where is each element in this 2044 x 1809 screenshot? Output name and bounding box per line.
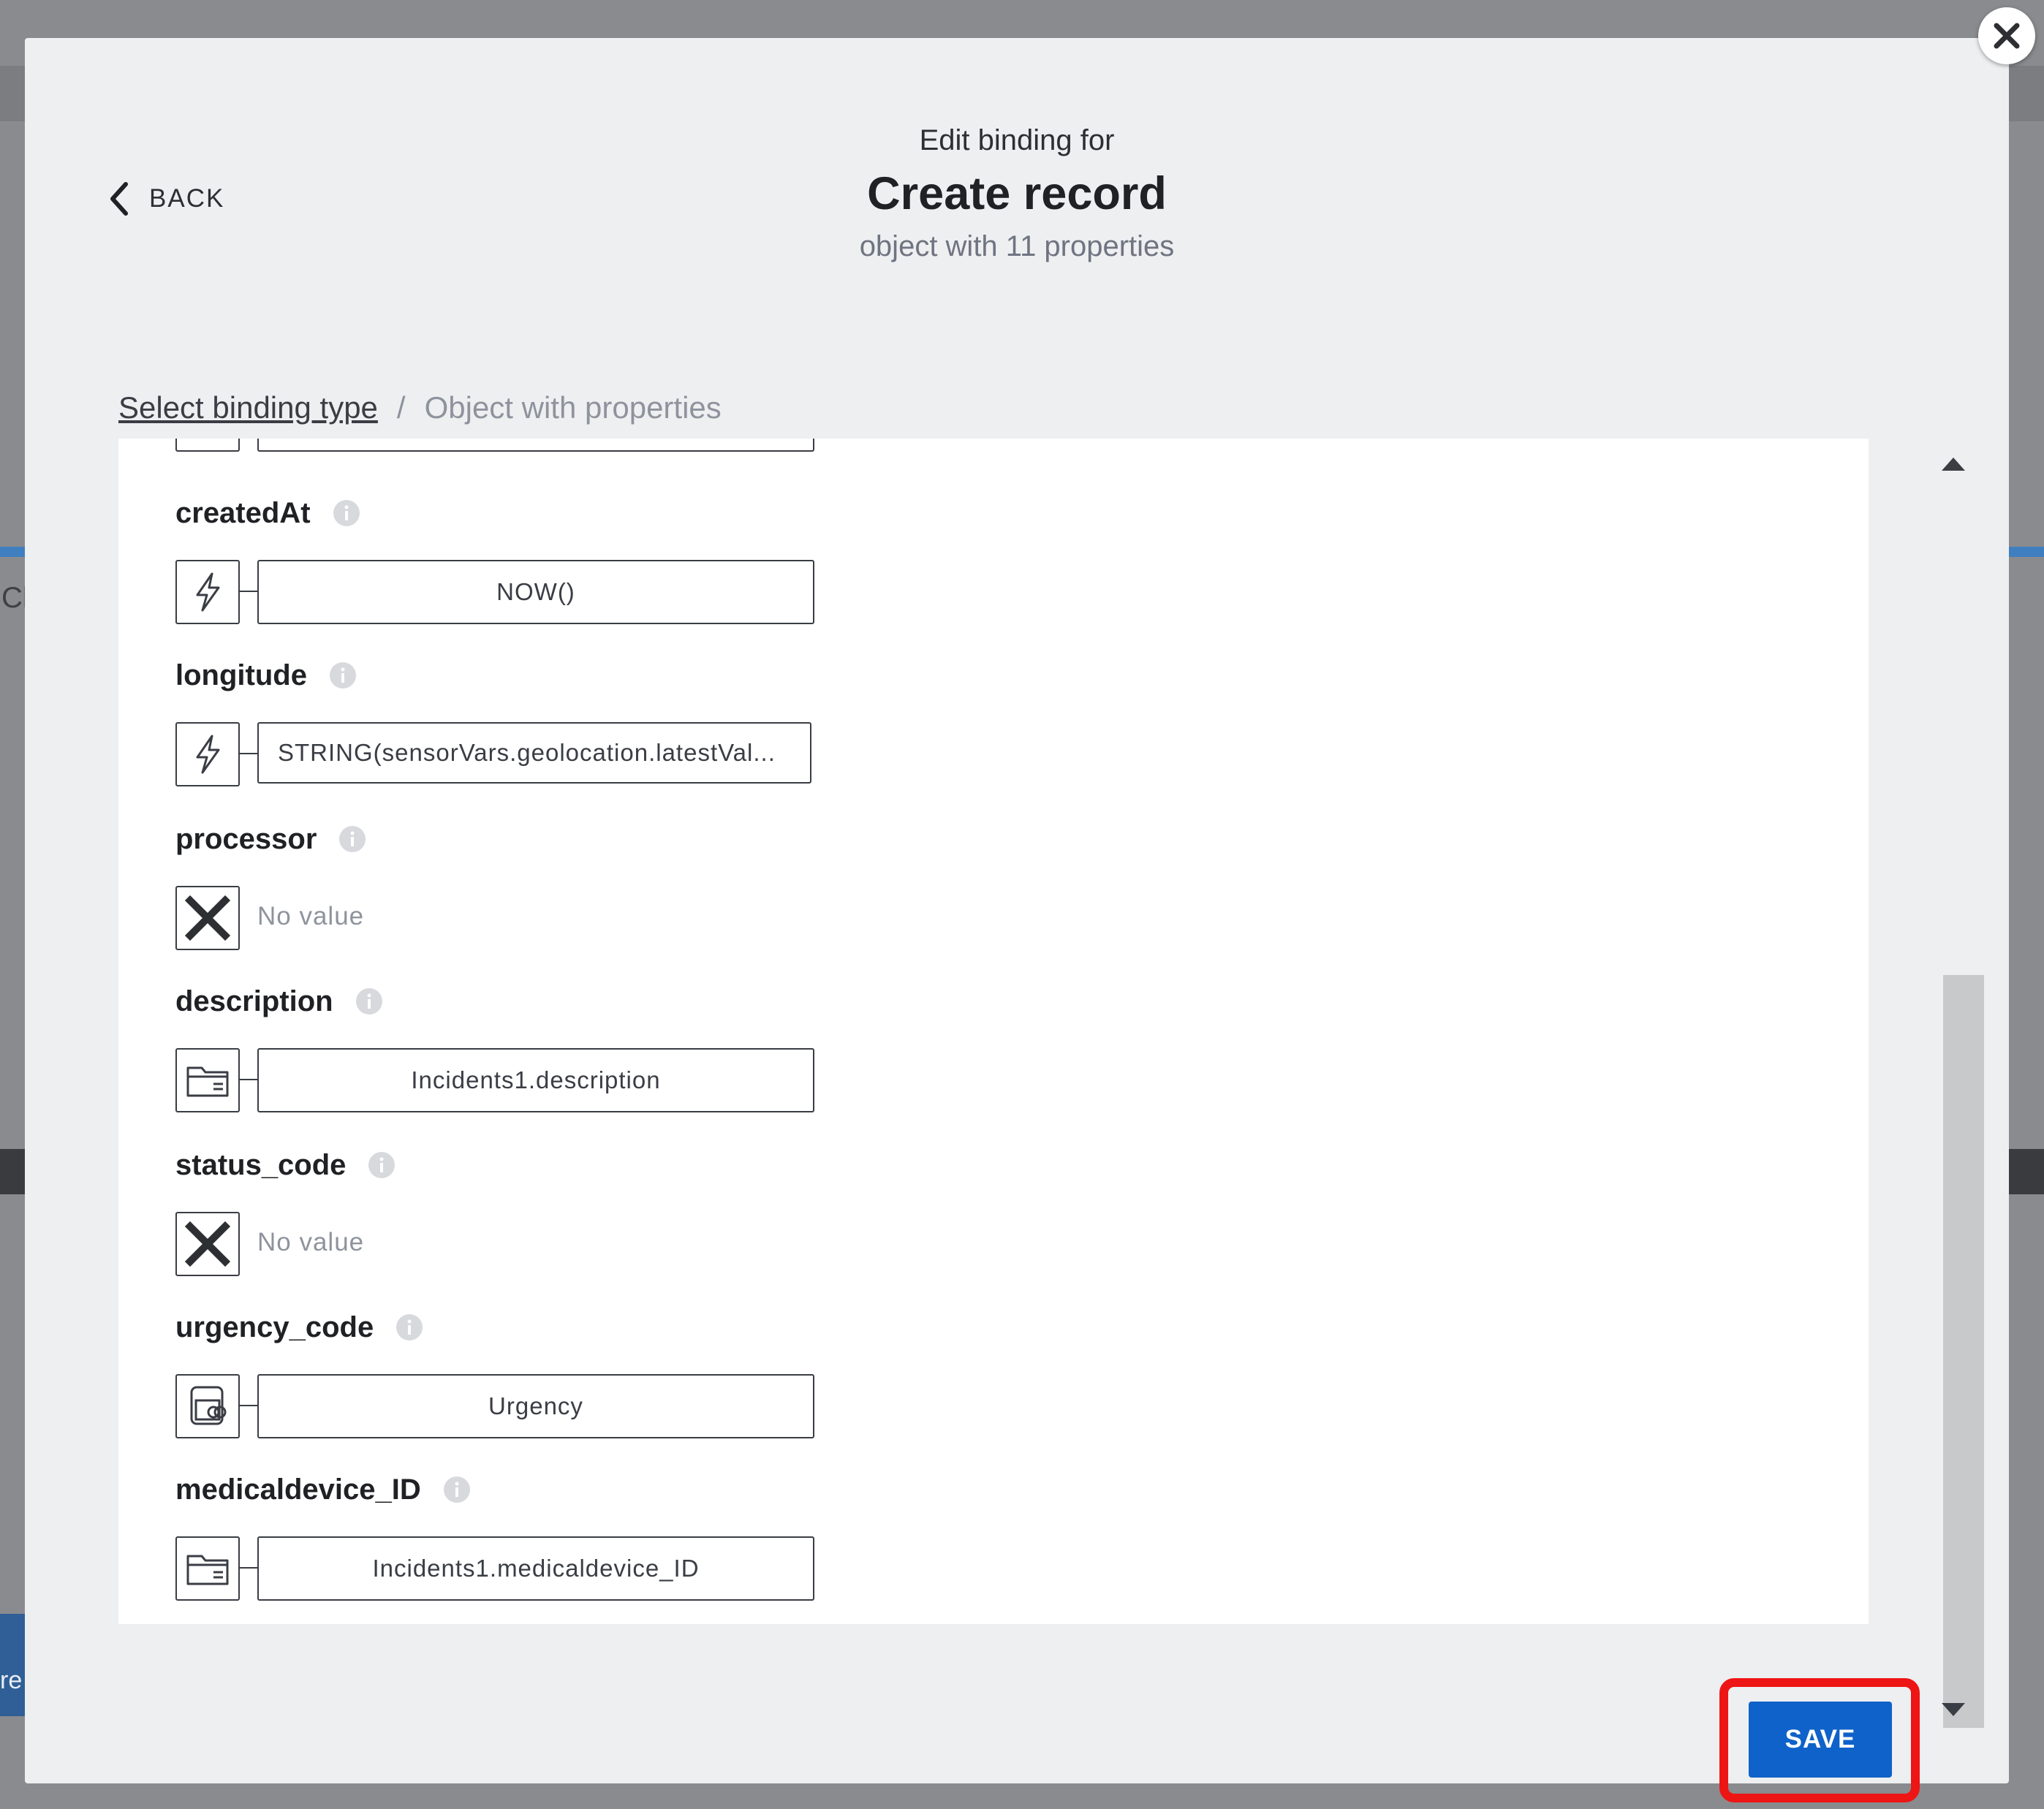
header-subtitle: Edit binding for <box>919 124 1115 156</box>
property-name: urgency_code <box>175 1311 374 1343</box>
binding-type-button[interactable] <box>175 1536 240 1601</box>
info-icon[interactable] <box>338 825 366 853</box>
binding-type-button[interactable] <box>175 1048 240 1112</box>
save-button[interactable]: SAVE <box>1749 1702 1892 1778</box>
connector-line <box>238 1405 257 1406</box>
binding-value-field[interactable]: STRING(sensorVars.geolocation.latestVal.… <box>257 722 811 784</box>
linked-folder-icon <box>190 1386 227 1425</box>
connector-line <box>238 1079 257 1080</box>
property-longitude: longitude STRING(sensorVars.geolocation.… <box>175 653 811 786</box>
folder-icon <box>186 1555 229 1585</box>
property-name: medicaldevice_ID <box>175 1473 421 1506</box>
x-mark-icon <box>184 1221 231 1267</box>
info-icon[interactable] <box>443 1476 471 1503</box>
modal-header: Edit binding for Create record object wi… <box>25 124 2009 263</box>
binding-value-field[interactable]: NOW() <box>257 560 814 624</box>
connector-line <box>238 753 257 754</box>
info-icon[interactable] <box>329 661 357 689</box>
binding-type-button[interactable] <box>175 1374 240 1438</box>
no-value-text: No value <box>257 902 365 930</box>
info-icon[interactable] <box>395 1313 423 1341</box>
header-note: object with 11 properties <box>859 230 1175 262</box>
info-icon[interactable] <box>333 499 360 527</box>
connector-line <box>238 591 257 592</box>
properties-panel: createdAt NOW() longitude STRING(sensorV… <box>118 439 1869 1624</box>
property-processor: processor No value <box>175 817 366 950</box>
scrollbar-thumb[interactable] <box>1943 975 1984 1728</box>
background-button-block <box>0 1614 25 1716</box>
breadcrumb-separator: / <box>396 390 406 425</box>
binding-type-button[interactable] <box>175 560 240 624</box>
scroll-down-arrow-icon[interactable] <box>1939 1699 1968 1721</box>
info-icon[interactable] <box>368 1151 395 1179</box>
binding-type-button[interactable] <box>175 722 240 786</box>
property-urgency_code: urgency_code Urgency <box>175 1305 814 1438</box>
property-createdAt: createdAt NOW() <box>175 491 814 624</box>
scroll-up-arrow-icon[interactable] <box>1939 453 1968 475</box>
info-icon[interactable] <box>355 987 383 1015</box>
property-name: processor <box>175 822 317 855</box>
background-text-fragment: re <box>0 1666 23 1694</box>
edit-binding-modal: BACK Edit binding for Create record obje… <box>25 38 2009 1802</box>
connector-line <box>238 1567 257 1569</box>
property-status_code: status_code No value <box>175 1143 395 1276</box>
property-medicaldevice_ID: medicaldevice_ID Incidents1.medicaldevic… <box>175 1468 814 1601</box>
breadcrumb: Select binding type / Object with proper… <box>118 390 722 425</box>
breadcrumb-current: Object with properties <box>424 390 722 425</box>
scrolled-property-row <box>175 439 819 453</box>
property-name: description <box>175 985 333 1017</box>
property-name: status_code <box>175 1148 347 1181</box>
lightning-icon <box>196 735 220 774</box>
binding-value-field[interactable]: Urgency <box>257 1374 814 1438</box>
breadcrumb-link-select-binding-type[interactable]: Select binding type <box>118 390 378 425</box>
lightning-icon <box>196 572 220 612</box>
close-button[interactable] <box>1978 7 2035 64</box>
no-value-text: No value <box>257 1228 365 1256</box>
folder-icon <box>186 1066 229 1097</box>
page-title: Create record <box>867 168 1167 219</box>
property-name: longitude <box>175 659 307 691</box>
binding-type-button[interactable] <box>175 1212 240 1276</box>
binding-value-field[interactable]: Incidents1.medicaldevice_ID <box>257 1536 814 1601</box>
x-mark-icon <box>184 895 231 941</box>
binding-type-button[interactable] <box>175 886 240 950</box>
close-icon <box>1994 23 2020 49</box>
binding-value-field[interactable]: Incidents1.description <box>257 1048 814 1112</box>
property-name: createdAt <box>175 496 311 529</box>
property-description: description Incidents1.description <box>175 979 814 1112</box>
